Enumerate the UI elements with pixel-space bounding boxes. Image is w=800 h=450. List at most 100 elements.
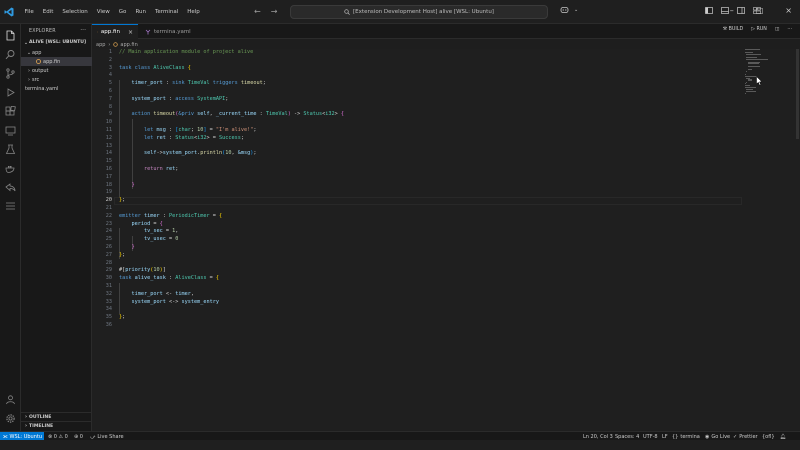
more-actions-icon[interactable]: ···: [80, 27, 86, 34]
code-line[interactable]: 34: [92, 306, 742, 314]
explorer-icon[interactable]: [5, 30, 16, 41]
code-line[interactable]: 20};: [92, 197, 742, 205]
code-line[interactable]: 33 system_port <-> system_entry: [92, 299, 742, 307]
tree-item-src[interactable]: › src: [21, 75, 92, 84]
code-line[interactable]: 30 task alive_task : AliveClass = {: [92, 275, 742, 283]
toggle-sidebar-icon[interactable]: [705, 7, 713, 14]
outline-section[interactable]: › OUTLINE: [21, 412, 92, 421]
chevron-down-icon[interactable]: ⌄: [574, 7, 578, 13]
tab-app-fin[interactable]: app.fin ×: [92, 24, 138, 39]
accounts-icon[interactable]: [5, 394, 16, 405]
tree-item-termina-yaml[interactable]: termina.yaml: [21, 84, 92, 93]
code-line[interactable]: 11 let msg : [char; 10] = "I'm alive!";: [92, 127, 742, 135]
scrollbar-thumb[interactable]: [796, 49, 799, 139]
menu-file[interactable]: File: [20, 9, 38, 15]
copilot-icon[interactable]: [560, 6, 569, 14]
line-number: 16: [105, 166, 112, 172]
docker-icon[interactable]: [5, 163, 16, 174]
toggle-panel-icon[interactable]: [721, 7, 729, 14]
code-line[interactable]: 22 emitter timer : PeriodicTimer = {: [92, 213, 742, 221]
menu-run[interactable]: Run: [131, 9, 151, 15]
code-line[interactable]: 17: [92, 174, 742, 182]
code-line[interactable]: 1 // Main application module of project a…: [92, 49, 742, 57]
accounts-icon-secondary[interactable]: [5, 200, 16, 211]
more-actions-icon[interactable]: ···: [787, 27, 792, 32]
code-line[interactable]: 3 task class AliveClass {: [92, 65, 742, 73]
code-editor[interactable]: 1 // Main application module of project a…: [92, 49, 800, 431]
code-line[interactable]: 29 #[priority(10)]: [92, 267, 742, 275]
code-line[interactable]: 8: [92, 104, 742, 112]
tree-item-app[interactable]: ⌄ app: [21, 48, 92, 57]
breadcrumb-folder[interactable]: app: [96, 42, 105, 48]
testing-icon[interactable]: [5, 144, 16, 155]
manage-gear-icon[interactable]: [5, 413, 16, 424]
code-line[interactable]: 18 }: [92, 182, 742, 190]
source-control-icon[interactable]: [5, 68, 16, 79]
split-editor-icon[interactable]: ◫: [775, 27, 780, 32]
line-number: 3: [108, 64, 112, 71]
extensions-icon[interactable]: [5, 106, 16, 117]
run-button[interactable]: ▷ RUN: [751, 27, 767, 32]
menu-go[interactable]: Go: [114, 9, 131, 15]
menu-view[interactable]: View: [92, 9, 114, 15]
workspace-folder-header[interactable]: ⌄ ALIVE [WSL: UBUNTU]: [21, 38, 92, 47]
code-line[interactable]: 25 tv_usec = 0: [92, 236, 742, 244]
breadcrumb-file[interactable]: app.fin: [120, 42, 137, 48]
tab-termina-yaml[interactable]: termina.yaml: [140, 24, 196, 39]
code-line[interactable]: 7 system_port : access SystemAPI;: [92, 96, 742, 104]
code-line[interactable]: 16 return ret;: [92, 166, 742, 174]
code-line[interactable]: 6: [92, 88, 742, 96]
close-tab-icon[interactable]: ×: [128, 29, 133, 36]
line-number: 24: [105, 228, 112, 235]
menu-edit[interactable]: Edit: [38, 9, 58, 15]
code-line[interactable]: 21: [92, 205, 742, 213]
command-center-search[interactable]: [Extension Development Host] alive [WSL:…: [290, 5, 548, 19]
maximize-icon[interactable]: □: [756, 6, 764, 15]
code-line[interactable]: 36: [92, 322, 742, 330]
code-line[interactable]: 2: [92, 57, 742, 65]
code-line[interactable]: 35};: [92, 314, 742, 322]
close-icon[interactable]: ×: [785, 6, 792, 15]
tree-item-app-fin[interactable]: app.fin: [21, 57, 92, 66]
code-text: task alive_task : AliveClass = {: [119, 275, 219, 283]
menu-terminal[interactable]: Terminal: [150, 9, 182, 15]
tree-item-label: termina.yaml: [25, 85, 59, 92]
code-token: system_entry: [181, 298, 219, 305]
vertical-scrollbar[interactable]: [795, 49, 800, 431]
code-line[interactable]: 32 timer_port <- timer,: [92, 291, 742, 299]
code-text: }: [119, 244, 135, 252]
code-token: priority: [125, 267, 151, 274]
code-line[interactable]: 31: [92, 283, 742, 291]
code-line[interactable]: 19: [92, 189, 742, 197]
minimap[interactable]: [745, 49, 769, 95]
remote-explorer-icon[interactable]: [5, 125, 16, 136]
search-icon[interactable]: [5, 49, 16, 60]
run-debug-icon[interactable]: [5, 87, 16, 98]
menu-help[interactable]: Help: [183, 9, 205, 15]
code-line[interactable]: 27};: [92, 252, 742, 260]
code-line[interactable]: 13: [92, 143, 742, 151]
live-share-icon[interactable]: [5, 182, 16, 193]
code-line[interactable]: 5 timer_port : sink TimeVal triggers tim…: [92, 80, 742, 88]
forward-arrow-icon[interactable]: →: [271, 7, 278, 16]
line-number: 12: [105, 134, 112, 141]
code-line[interactable]: 28: [92, 260, 742, 268]
code-line[interactable]: 24 tv_sec = 1,: [92, 228, 742, 236]
code-line[interactable]: 26 }: [92, 244, 742, 252]
code-text: emitter timer : PeriodicTimer = {: [119, 213, 222, 221]
timeline-section[interactable]: › TIMELINE: [21, 421, 92, 430]
line-number: 17: [105, 173, 112, 180]
code-line[interactable]: 10: [92, 119, 742, 127]
back-arrow-icon[interactable]: ←: [254, 7, 261, 16]
code-line[interactable]: 9 action timeout(&priv self, _current_ti…: [92, 111, 742, 119]
code-line[interactable]: 4: [92, 72, 742, 80]
code-line[interactable]: 14 self->system_port.println(10, &msg);: [92, 150, 742, 158]
code-token: ->: [290, 111, 304, 118]
menu-selection[interactable]: Selection: [58, 9, 92, 15]
minimize-icon[interactable]: –: [730, 6, 734, 15]
code-line[interactable]: 15: [92, 158, 742, 166]
build-button[interactable]: ⚒ BUILD: [723, 27, 743, 32]
tree-item-output[interactable]: › output: [21, 66, 92, 75]
code-line[interactable]: 23 period = {: [92, 221, 742, 229]
code-line[interactable]: 12 let ret : Status<i32> = Success;: [92, 135, 742, 143]
